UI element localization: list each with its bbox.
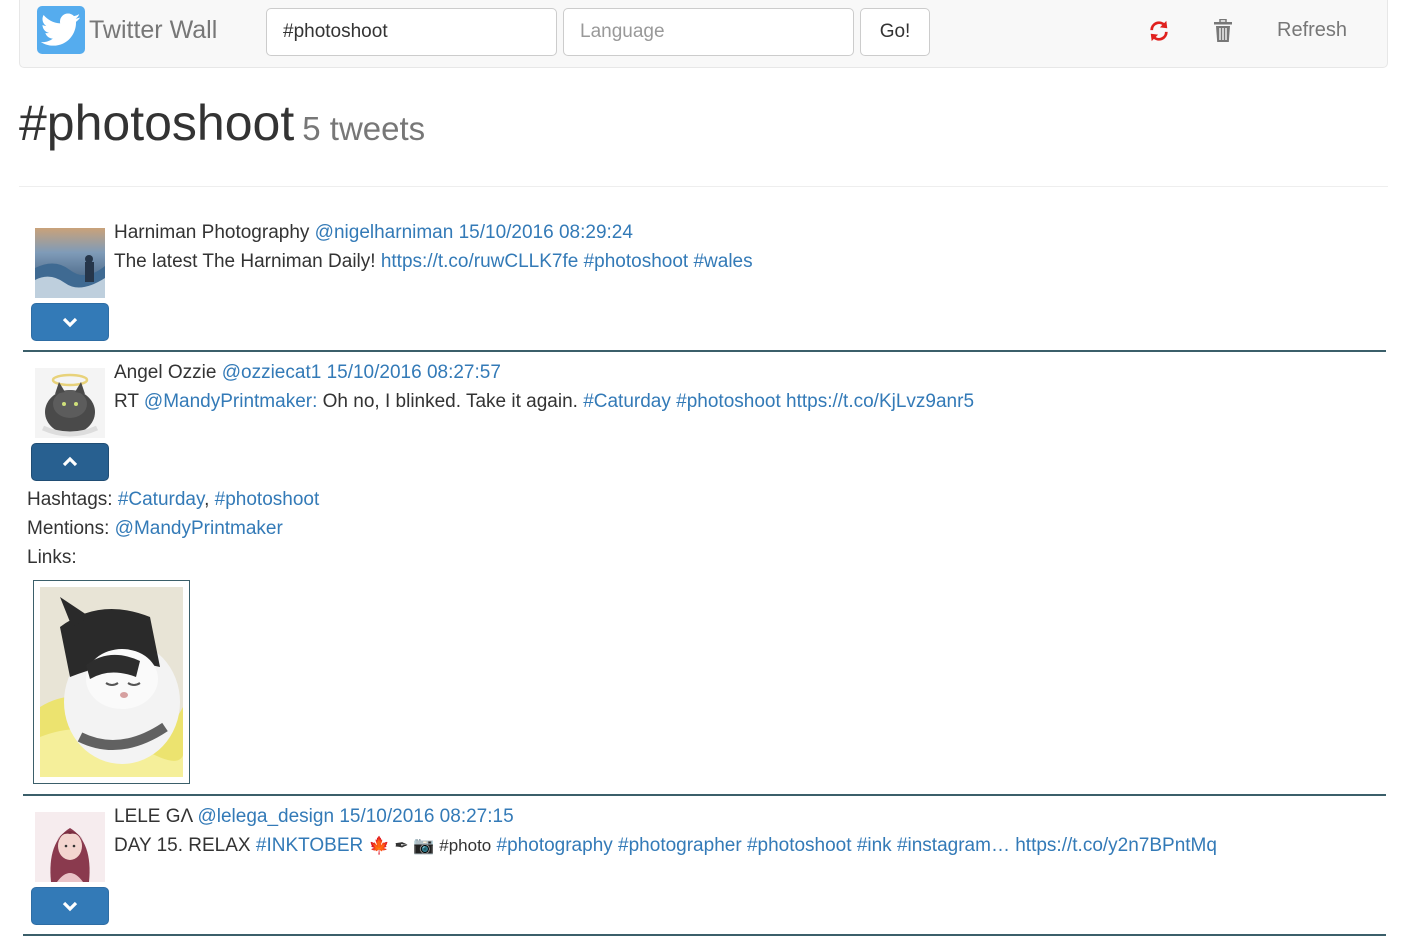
hashtag-link[interactable]: #photoshoot — [676, 391, 781, 412]
mention-link[interactable]: @MandyPrintmaker — [115, 518, 283, 539]
tweet-symbols: 🍁 ✒ 📷 #photo — [368, 836, 492, 855]
expand-toggle-button[interactable] — [31, 303, 109, 341]
go-button[interactable]: Go! — [860, 8, 930, 56]
hashtag-link[interactable]: #photoshoot — [747, 835, 852, 856]
navbar: Twitter Wall Go! Refresh — [19, 0, 1388, 68]
hashtags-row: Hashtags: #Caturday, #photoshoot — [27, 488, 319, 512]
cat-photo — [40, 587, 184, 777]
brand-title: Twitter Wall — [89, 15, 218, 44]
tweet-text-plain: The latest The Harniman Daily! — [114, 251, 376, 272]
chevron-up-icon — [62, 456, 78, 467]
page-header: #photoshoot 5 tweets — [19, 94, 1388, 187]
expand-toggle-button[interactable] — [31, 887, 109, 925]
tweet-text: The latest The Harniman Daily! https://t… — [114, 250, 753, 274]
hashtag-link[interactable]: #ink — [857, 835, 892, 856]
hashtag-link[interactable]: #Caturday — [583, 391, 671, 412]
links-label: Links: — [27, 547, 77, 568]
tweet-header: Harniman Photography @nigelharniman 15/1… — [114, 221, 633, 245]
tweet-item: Angel Ozzie @ozziecat1 15/10/2016 08:27:… — [23, 362, 1386, 794]
hashtags-label: Hashtags: — [27, 489, 113, 510]
tweet-text-plain: Oh no, I blinked. Take it again. — [322, 391, 578, 412]
tweet-time-link[interactable]: 15/10/2016 08:27:15 — [339, 806, 513, 827]
avatar[interactable] — [35, 368, 105, 438]
mentions-label: Mentions: — [27, 518, 110, 539]
links-row: Links: — [27, 546, 77, 570]
language-input[interactable] — [563, 8, 854, 56]
tweet-link[interactable]: https://t.co/y2n7BPntMq — [1015, 835, 1217, 856]
tweet-text: DAY 15. RELAX #INKTOBER 🍁 ✒ 📷 #photo #ph… — [114, 834, 1217, 858]
author-handle-link[interactable]: @lelega_design — [197, 806, 334, 827]
hashtag-link[interactable]: #photoshoot — [215, 489, 320, 510]
tweet-time-link[interactable]: 15/10/2016 08:29:24 — [459, 222, 633, 243]
hashtag-link[interactable]: #instagram… — [897, 835, 1010, 856]
tweet-text-plain: DAY 15. RELAX — [114, 835, 251, 856]
hashtag-link[interactable]: #photoshoot — [584, 251, 689, 272]
hashtag-link[interactable]: #INKTOBER — [256, 835, 363, 856]
media-thumbnail[interactable] — [33, 580, 190, 784]
trash-icon[interactable] — [1209, 17, 1237, 45]
chevron-down-icon — [62, 317, 78, 328]
page-title: #photoshoot — [19, 95, 295, 151]
refresh-icon[interactable] — [1145, 17, 1173, 45]
hashtag-link[interactable]: #photographer — [618, 835, 742, 856]
avatar[interactable] — [35, 228, 105, 298]
retweet-label: RT — [114, 391, 139, 412]
author-name: Harniman Photography — [114, 222, 310, 243]
tweet-divider — [23, 934, 1386, 936]
tweet-item: Harniman Photography @nigelharniman 15/1… — [23, 222, 1386, 350]
hashtag-link[interactable]: #Caturday — [118, 489, 204, 510]
mention-link[interactable]: @MandyPrintmaker: — [144, 391, 317, 412]
search-input[interactable] — [266, 8, 557, 56]
tweet-header: Angel Ozzie @ozziecat1 15/10/2016 08:27:… — [114, 361, 501, 385]
hashtag-link[interactable]: #wales — [693, 251, 752, 272]
twitter-bird-icon — [37, 6, 85, 54]
hashtag-link[interactable]: #photography — [497, 835, 613, 856]
tweet-item: LELE GΛ @lelega_design 15/10/2016 08:27:… — [23, 806, 1386, 934]
brand[interactable]: Twitter Wall — [37, 6, 217, 54]
tweet-text: RT @MandyPrintmaker: Oh no, I blinked. T… — [114, 390, 974, 414]
author-name: LELE GΛ — [114, 806, 193, 827]
chevron-down-icon — [62, 901, 78, 912]
tweet-header: LELE GΛ @lelega_design 15/10/2016 08:27:… — [114, 805, 514, 829]
collapse-toggle-button[interactable] — [31, 443, 109, 481]
mentions-row: Mentions: @MandyPrintmaker — [27, 517, 283, 541]
tweet-link[interactable]: https://t.co/ruwCLLK7fe — [381, 251, 579, 272]
refresh-link[interactable]: Refresh — [1277, 19, 1347, 42]
tweet-divider — [23, 350, 1386, 352]
tweet-time-link[interactable]: 15/10/2016 08:27:57 — [327, 362, 501, 383]
author-name: Angel Ozzie — [114, 362, 217, 383]
tweet-divider — [23, 794, 1386, 796]
author-handle-link[interactable]: @ozziecat1 — [222, 362, 322, 383]
tweet-count: 5 tweets — [302, 110, 426, 147]
author-handle-link[interactable]: @nigelharniman — [315, 222, 454, 243]
tweet-link[interactable]: https://t.co/KjLvz9anr5 — [786, 391, 974, 412]
avatar[interactable] — [35, 812, 105, 882]
comma: , — [204, 489, 210, 510]
